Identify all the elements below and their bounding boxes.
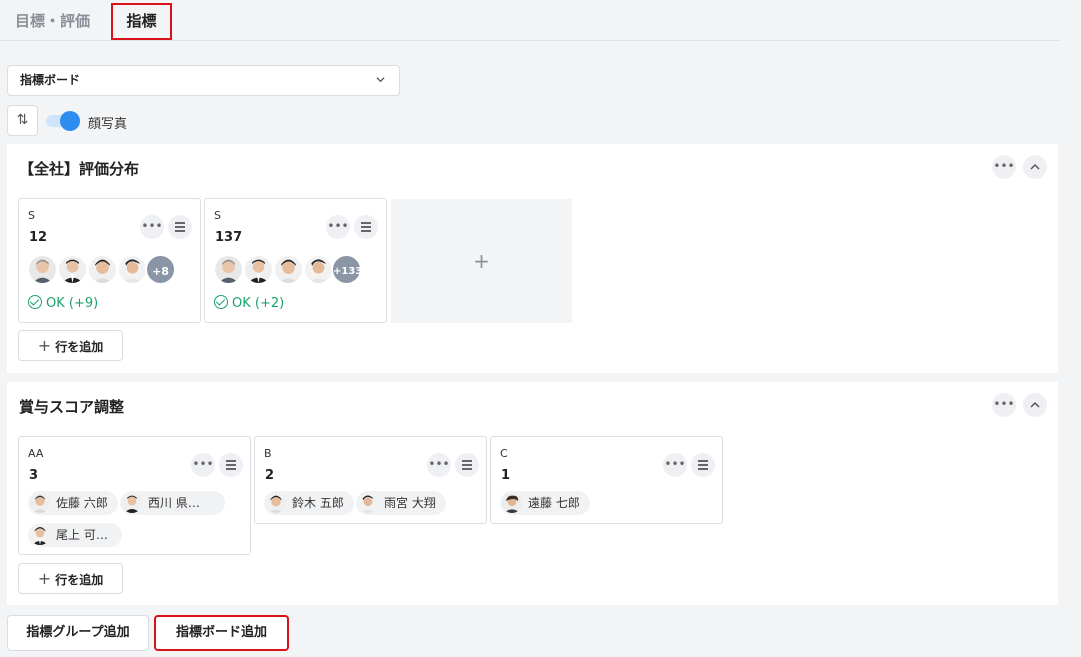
tab-goals-evaluation[interactable]: 目標・評価 <box>15 8 90 34</box>
card-count: 1 <box>501 468 511 483</box>
avatar <box>266 493 286 513</box>
card-count: 3 <box>29 468 39 483</box>
add-metric-group-button[interactable]: 指標グループ追加 <box>7 615 149 651</box>
board-select[interactable]: 指標ボード <box>7 65 400 96</box>
chevron-up-icon <box>1030 163 1040 170</box>
card-label: B <box>264 447 272 460</box>
more-people-badge[interactable]: +8 <box>145 254 176 285</box>
add-metric-board-button[interactable]: 指標ボード追加 <box>154 615 289 651</box>
metric-card[interactable]: AA 3 ••• 佐藤 六郎 西川 県… 尾上 可… <box>18 436 251 555</box>
add-column-cell[interactable]: + <box>391 199 572 323</box>
card-label: S <box>214 209 221 222</box>
person-name: 尾上 可… <box>56 528 108 542</box>
person-name: 遠藤 七郎 <box>528 496 580 510</box>
card-menu-button[interactable] <box>691 453 715 477</box>
toggle-knob <box>60 111 80 131</box>
check-circle-icon <box>214 295 228 309</box>
avatar <box>30 525 50 545</box>
group-collapse-button[interactable] <box>1023 393 1047 417</box>
group-title: 【全社】評価分布 <box>19 160 140 178</box>
card-more-button[interactable]: ••• <box>663 453 687 477</box>
person-chip[interactable]: 尾上 可… <box>28 523 122 547</box>
status-ok: OK (+2) <box>214 295 284 311</box>
more-people-badge[interactable]: +133 <box>331 254 362 285</box>
avatar <box>358 493 378 513</box>
metric-card[interactable]: S 137 ••• +133 OK (+2) <box>204 198 387 323</box>
card-menu-button[interactable] <box>219 453 243 477</box>
card-count: 137 <box>215 230 243 245</box>
more-icon: ••• <box>993 397 1015 411</box>
plus-icon: + <box>37 336 52 355</box>
person-name: 雨宮 大翔 <box>384 496 436 510</box>
card-label: S <box>28 209 35 222</box>
metric-card[interactable]: B 2 ••• 鈴木 五郎 雨宮 大翔 <box>254 436 487 524</box>
card-menu-button[interactable] <box>455 453 479 477</box>
group-title: 賞与スコア調整 <box>19 398 125 416</box>
status-ok: OK (+9) <box>28 295 98 311</box>
avatar[interactable] <box>117 254 148 285</box>
card-menu-button[interactable] <box>354 215 378 239</box>
tab-bar: 目標・評価 指標 <box>0 0 1060 41</box>
avatar <box>122 493 142 513</box>
avatar[interactable] <box>27 254 58 285</box>
sort-button[interactable]: ⇅ <box>7 105 38 136</box>
group-more-button[interactable]: ••• <box>992 393 1016 417</box>
avatar[interactable] <box>303 254 334 285</box>
avatar[interactable] <box>57 254 88 285</box>
card-label: AA <box>28 447 44 460</box>
status-text: OK (+9) <box>46 296 99 311</box>
more-icon: ••• <box>993 159 1015 173</box>
card-count: 2 <box>265 468 275 483</box>
avatar[interactable] <box>213 254 244 285</box>
more-icon: ••• <box>428 457 450 471</box>
person-chip[interactable]: 雨宮 大翔 <box>356 491 446 515</box>
avatar[interactable] <box>273 254 304 285</box>
more-icon: ••• <box>327 219 349 233</box>
person-name: 鈴木 五郎 <box>292 496 344 510</box>
photo-toggle-label: 顔写真 <box>88 117 128 132</box>
status-text: OK (+2) <box>232 296 285 311</box>
board-select-value: 指標ボード <box>20 73 81 87</box>
add-row-button[interactable]: + 行を追加 <box>18 563 123 594</box>
add-row-button[interactable]: + 行を追加 <box>18 330 123 361</box>
add-row-label: 行を追加 <box>55 340 104 354</box>
card-label: C <box>500 447 508 460</box>
more-icon: ••• <box>141 219 163 233</box>
group-more-button[interactable]: ••• <box>992 155 1016 179</box>
sort-icon: ⇅ <box>16 112 29 128</box>
chevron-down-icon <box>376 77 385 83</box>
group-collapse-button[interactable] <box>1023 155 1047 179</box>
metric-group-bonus-score: 賞与スコア調整 ••• AA 3 ••• 佐藤 六郎 西川 県… 尾上 可… B… <box>7 382 1058 605</box>
card-more-button[interactable]: ••• <box>427 453 451 477</box>
card-menu-button[interactable] <box>168 215 192 239</box>
metric-card[interactable]: C 1 ••• 遠藤 七郎 <box>490 436 723 524</box>
add-row-label: 行を追加 <box>55 573 104 587</box>
metric-card[interactable]: S 12 ••• +8 OK (+9) <box>18 198 201 323</box>
person-chip[interactable]: 西川 県… <box>120 491 225 515</box>
person-name: 佐藤 六郎 <box>56 496 108 510</box>
person-chip[interactable]: 佐藤 六郎 <box>28 491 118 515</box>
metric-group-company-distribution: 【全社】評価分布 ••• S 12 ••• +8 OK (+9) S 137 •… <box>7 144 1058 373</box>
avatar[interactable] <box>243 254 274 285</box>
chevron-up-icon <box>1030 401 1040 408</box>
card-more-button[interactable]: ••• <box>140 215 164 239</box>
check-circle-icon <box>28 295 42 309</box>
more-icon: ••• <box>664 457 686 471</box>
card-more-button[interactable]: ••• <box>326 215 350 239</box>
more-icon: ••• <box>192 457 214 471</box>
card-more-button[interactable]: ••• <box>191 453 215 477</box>
avatar <box>502 493 522 513</box>
card-count: 12 <box>29 230 48 245</box>
photo-toggle[interactable] <box>46 111 80 131</box>
plus-icon: + <box>37 569 52 588</box>
avatar <box>30 493 50 513</box>
tab-metrics[interactable]: 指標 <box>111 3 172 40</box>
person-name: 西川 県… <box>148 496 200 510</box>
person-chip[interactable]: 遠藤 七郎 <box>500 491 590 515</box>
person-chip[interactable]: 鈴木 五郎 <box>264 491 354 515</box>
avatar[interactable] <box>87 254 118 285</box>
